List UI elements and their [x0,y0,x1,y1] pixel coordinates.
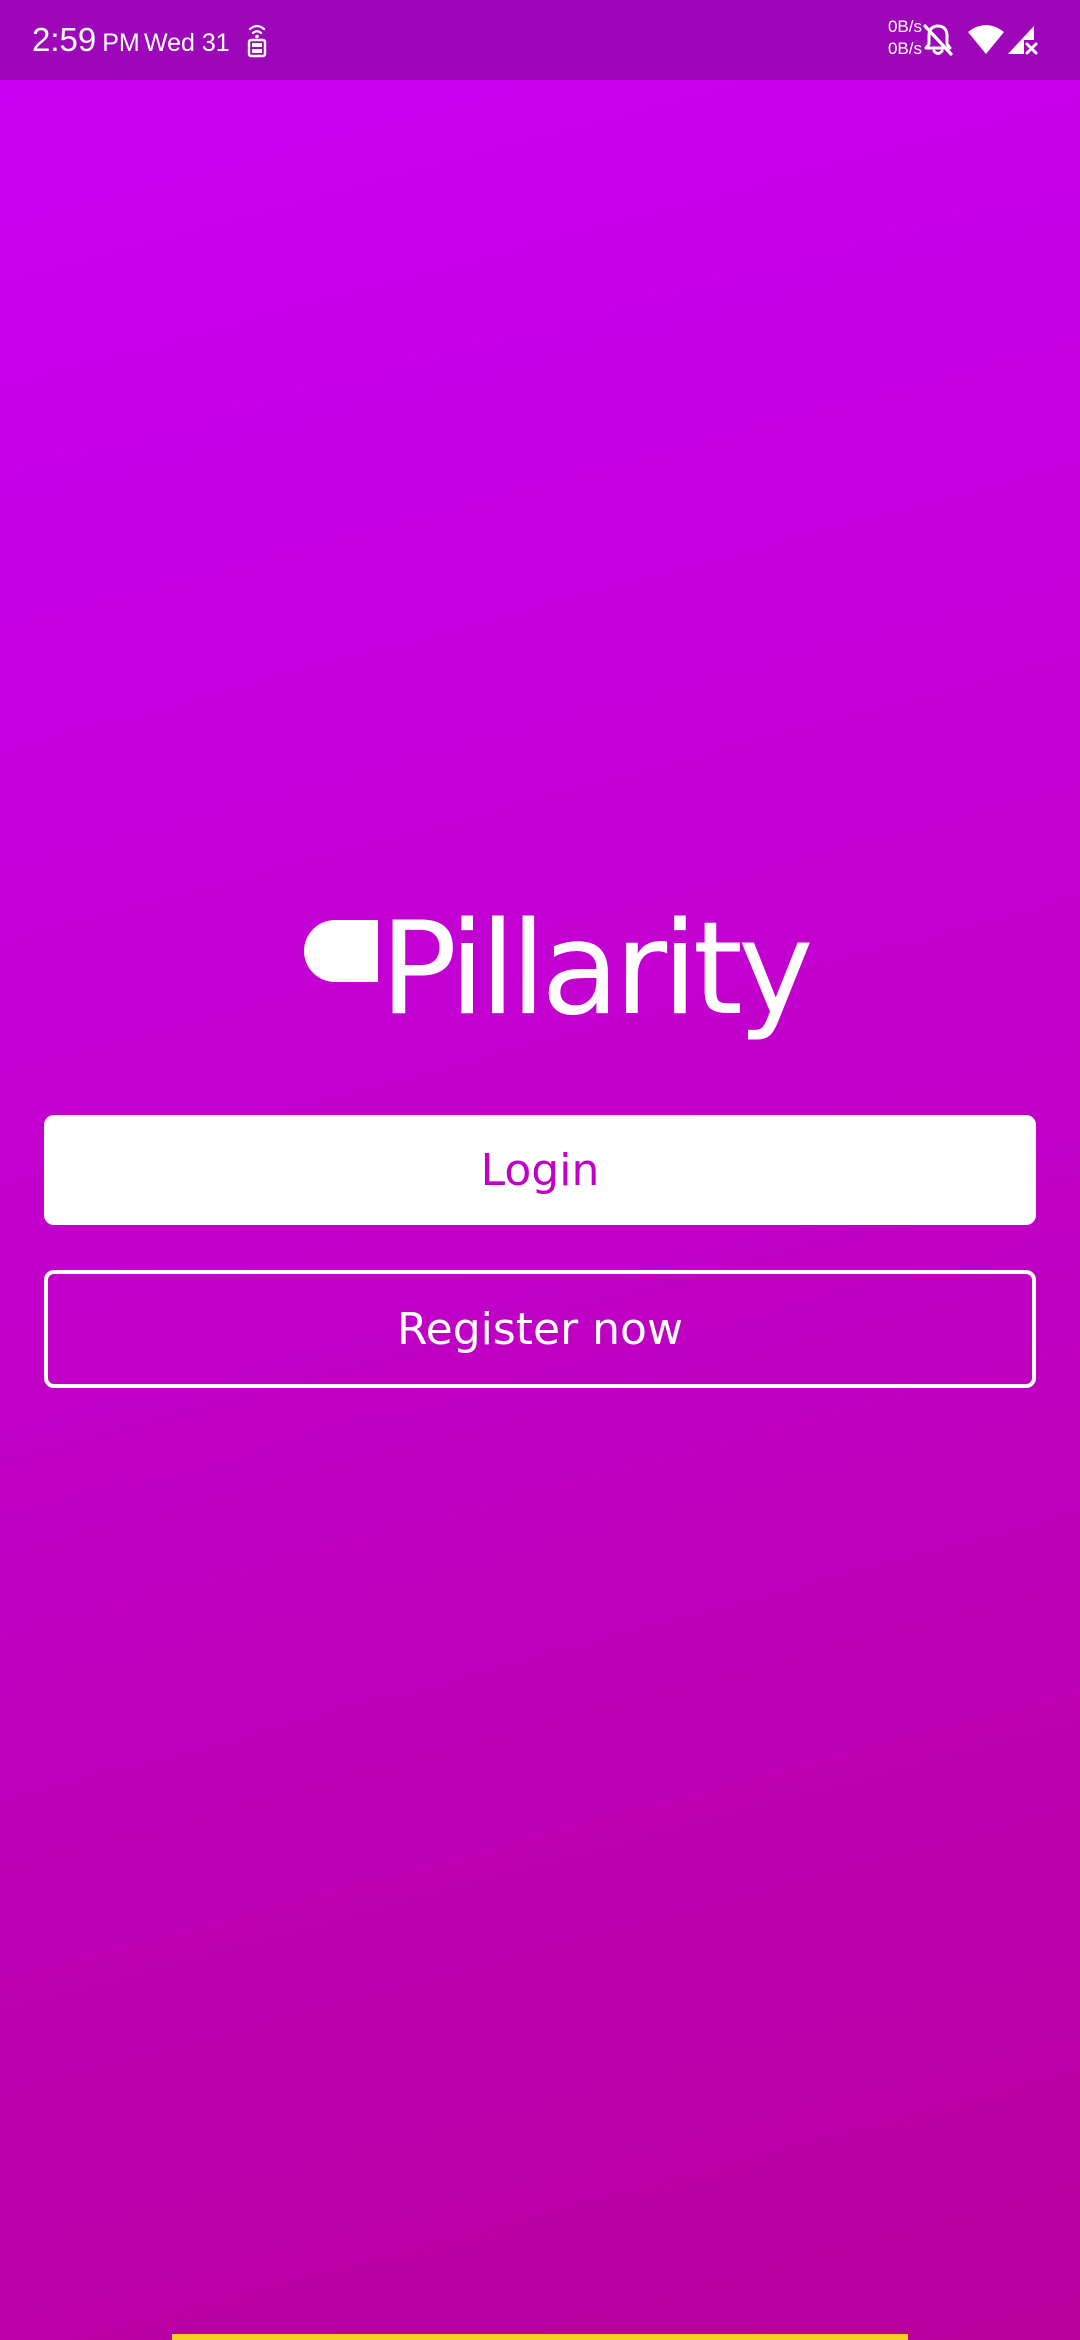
logo-wordmark: Pillarity [380,895,814,1044]
network-speed: 0B/s 0B/s [862,16,922,60]
bell-off-icon [923,24,953,56]
status-time: 2:59 PM [32,18,140,65]
status-date: Wed 31 [144,29,230,57]
pill-icon [304,920,378,982]
status-time-ampm: PM [102,29,140,57]
register-button[interactable]: Register now [44,1270,1036,1388]
nfc-icon [247,24,267,58]
status-bar: 2:59 PM Wed 31 0B/s 0B/s [0,0,1080,80]
login-button[interactable]: Login [44,1115,1036,1225]
app-logo: Pillarity [300,900,814,1060]
app-screen: 2:59 PM Wed 31 0B/s 0B/s Pillarity Login… [0,0,1080,2340]
status-time-value: 2:59 [32,21,97,58]
wifi-icon [968,25,1004,54]
network-speed-up: 0B/s [887,17,922,36]
signal-icon [1008,26,1038,55]
bottom-indicator [172,2334,908,2340]
network-speed-down: 0B/s [887,39,922,58]
